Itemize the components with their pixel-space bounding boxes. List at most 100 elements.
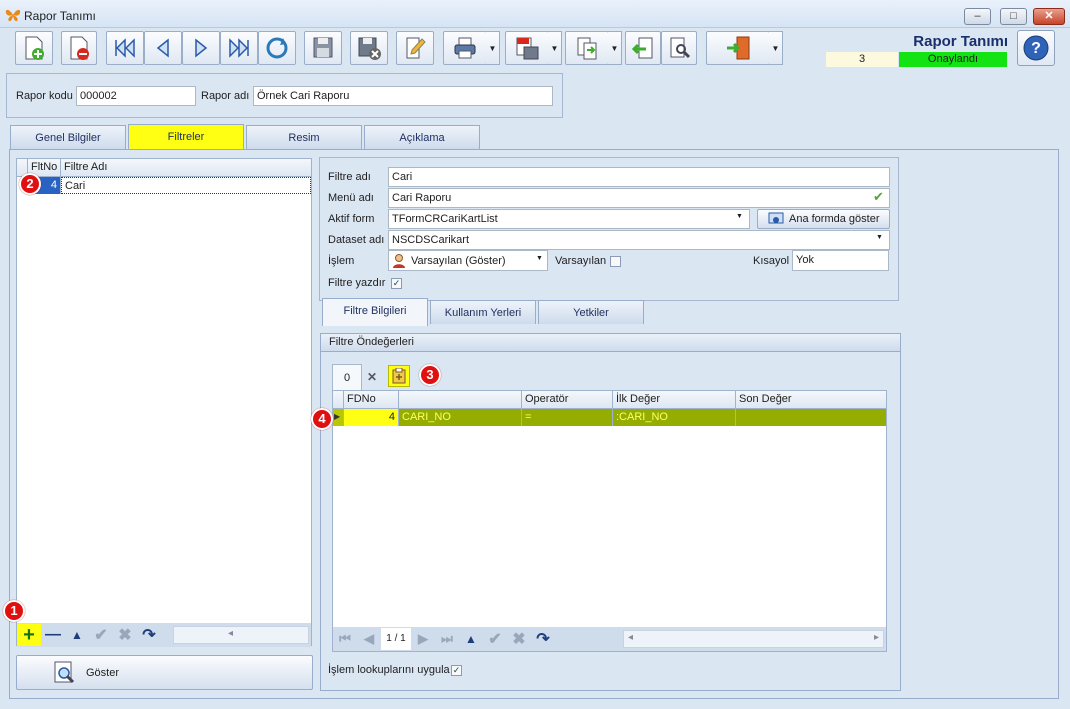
row-first-value[interactable]: :CARI_NO bbox=[613, 409, 736, 426]
filter-name-label: Filtre adı bbox=[328, 171, 371, 183]
add-set-button[interactable] bbox=[388, 365, 410, 387]
defaults-header: FDNo Operatör İlk Değer Son Değer bbox=[333, 391, 886, 409]
menu-name-input[interactable]: Cari Raporu bbox=[388, 188, 890, 208]
move-up-icon[interactable]: ▲ bbox=[459, 628, 483, 650]
default-label: Varsayılan bbox=[555, 255, 607, 267]
export-icon bbox=[577, 37, 597, 60]
column-header-operator: Operatör bbox=[522, 391, 613, 408]
previous-record-icon bbox=[156, 38, 169, 58]
new-button[interactable] bbox=[15, 31, 53, 65]
minimize-button[interactable]: – bbox=[964, 8, 991, 25]
horizontal-scrollbar[interactable]: ◂ ▸ bbox=[623, 630, 884, 648]
previous-record-button[interactable] bbox=[144, 31, 182, 65]
cancel-icon[interactable]: ✖ bbox=[507, 628, 531, 650]
action-label: İşlem bbox=[328, 255, 355, 267]
close-button[interactable]: ✕ bbox=[1033, 8, 1065, 25]
last-page-icon[interactable]: ⏭ bbox=[435, 628, 459, 650]
active-form-select[interactable]: TFormCRCariKartList bbox=[388, 209, 750, 229]
save-close-icon bbox=[358, 37, 381, 60]
exit-icon bbox=[727, 36, 750, 60]
new-document-icon bbox=[25, 36, 44, 60]
menu-name-label: Menü adı bbox=[328, 192, 374, 204]
exit-dropdown[interactable]: ▼ bbox=[769, 31, 783, 65]
confirm-icon[interactable]: ✔ bbox=[89, 624, 113, 646]
show-button[interactable]: Göster bbox=[16, 655, 313, 690]
confirm-icon[interactable]: ✔ bbox=[483, 628, 507, 650]
table-row[interactable]: 4 Cari bbox=[17, 177, 311, 194]
save-icon bbox=[313, 37, 333, 58]
tools-button[interactable] bbox=[661, 31, 697, 65]
next-page-icon[interactable]: ▶ bbox=[411, 628, 435, 650]
row-fdno[interactable]: 4 bbox=[344, 409, 399, 426]
delete-button[interactable] bbox=[61, 31, 97, 65]
report-code-input[interactable]: 000002 bbox=[76, 86, 196, 106]
filter-name-input[interactable]: Cari bbox=[388, 167, 890, 187]
chevron-down-icon[interactable]: ▼ bbox=[736, 213, 743, 220]
save-button[interactable] bbox=[304, 31, 342, 65]
export-dropdown[interactable]: ▼ bbox=[608, 31, 622, 65]
row-filter-name[interactable]: Cari bbox=[61, 177, 311, 194]
scroll-left-icon[interactable]: ◂ bbox=[628, 632, 633, 643]
remove-icon[interactable]: — bbox=[41, 624, 65, 646]
chevron-down-icon[interactable]: ▼ bbox=[536, 255, 543, 262]
row-last-value[interactable] bbox=[736, 409, 886, 426]
report-code-label: Rapor kodu bbox=[16, 90, 73, 102]
tab-image[interactable]: Resim bbox=[246, 125, 362, 149]
save-close-button[interactable] bbox=[350, 31, 388, 65]
refresh-button[interactable] bbox=[258, 31, 296, 65]
cancel-icon[interactable]: ✖ bbox=[113, 624, 137, 646]
marker-4: 4 bbox=[311, 408, 333, 430]
previous-page-icon[interactable]: ◀ bbox=[357, 628, 381, 650]
first-record-button[interactable] bbox=[106, 31, 144, 65]
report-name-label: Rapor adı bbox=[201, 90, 250, 102]
close-set-icon[interactable]: ✕ bbox=[367, 370, 377, 384]
help-button[interactable]: ? bbox=[1017, 30, 1055, 66]
tab-permissions[interactable]: Yetkiler bbox=[538, 300, 644, 324]
show-in-main-form-button[interactable]: Ana formda göster bbox=[757, 209, 890, 229]
print-filter-checkbox[interactable]: ✓ bbox=[391, 278, 402, 289]
lookup-checkbox[interactable]: ✓ bbox=[451, 665, 462, 676]
dataset-name-select[interactable]: NSCDSCarikart bbox=[388, 230, 890, 250]
maximize-button[interactable]: □ bbox=[1000, 8, 1027, 25]
pdf-dropdown[interactable]: ▼ bbox=[548, 31, 562, 65]
shortcut-label: Kısayol bbox=[753, 255, 790, 267]
print-dropdown[interactable]: ▼ bbox=[486, 31, 500, 65]
pdf-export-button[interactable] bbox=[505, 31, 549, 65]
default-checkbox[interactable] bbox=[610, 256, 621, 267]
report-name-input[interactable]: Örnek Cari Raporu bbox=[253, 86, 553, 106]
scroll-left-icon[interactable]: ◂ bbox=[228, 628, 233, 639]
table-row[interactable]: ▶ 4 CARI_NO = :CARI_NO bbox=[333, 409, 886, 426]
header-title: Rapor Tanımı bbox=[913, 33, 1008, 50]
edit-button[interactable] bbox=[396, 31, 434, 65]
tab-filters[interactable]: Filtreler bbox=[128, 124, 244, 150]
marker-1: 1 bbox=[3, 600, 25, 622]
row-operator[interactable]: = bbox=[522, 409, 613, 426]
shortcut-input[interactable]: Yok bbox=[792, 250, 889, 271]
page-indicator: 1 / 1 bbox=[381, 628, 411, 650]
butterfly-icon bbox=[5, 9, 21, 22]
first-page-icon[interactable]: ⏮ bbox=[333, 628, 357, 650]
column-header-filter-name: Filtre Adı bbox=[64, 161, 108, 173]
tab-description[interactable]: Açıklama bbox=[364, 125, 480, 149]
move-up-icon[interactable]: ▲ bbox=[65, 624, 89, 646]
scroll-right-icon[interactable]: ▸ bbox=[874, 632, 879, 643]
tab-general[interactable]: Genel Bilgiler bbox=[10, 125, 126, 149]
next-record-button[interactable] bbox=[182, 31, 220, 65]
tab-filter-info[interactable]: Filtre Bilgileri bbox=[322, 298, 428, 326]
refresh-icon[interactable]: ↷ bbox=[137, 624, 161, 646]
show-button-label: Göster bbox=[86, 666, 120, 679]
tab-usage-places[interactable]: Kullanım Yerleri bbox=[430, 300, 536, 324]
last-record-button[interactable] bbox=[220, 31, 258, 65]
horizontal-scrollbar[interactable]: ◂ bbox=[173, 626, 309, 644]
action-select[interactable]: Varsayılan (Göster) bbox=[388, 250, 548, 271]
exit-button[interactable] bbox=[706, 31, 770, 65]
header-number: 3 bbox=[826, 52, 898, 67]
print-button[interactable] bbox=[443, 31, 487, 65]
chevron-down-icon[interactable]: ▼ bbox=[876, 234, 883, 241]
add-icon[interactable]: + bbox=[17, 624, 41, 646]
export-button[interactable] bbox=[565, 31, 609, 65]
refresh-icon[interactable]: ↷ bbox=[531, 628, 555, 650]
tab-set-0[interactable]: 0 bbox=[332, 364, 362, 390]
import-button[interactable] bbox=[625, 31, 661, 65]
row-field[interactable]: CARI_NO bbox=[399, 409, 522, 426]
